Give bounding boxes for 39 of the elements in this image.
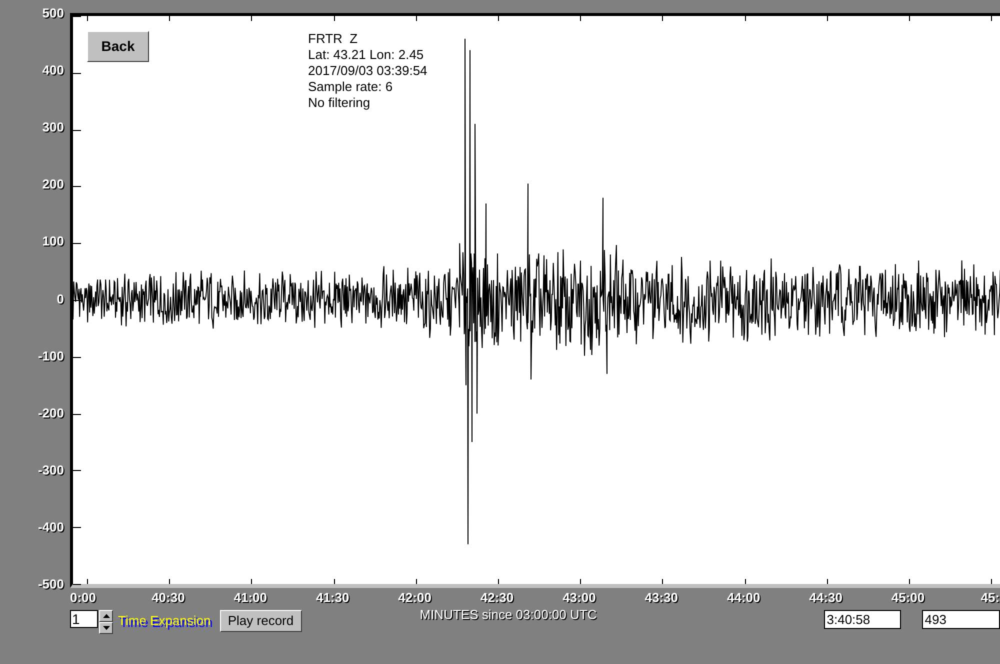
down-arrow-icon xyxy=(102,626,110,630)
y-axis-label: -500 xyxy=(38,578,64,590)
y-axis-label: 500 xyxy=(42,6,64,20)
y-axis-label: -100 xyxy=(38,349,64,362)
station-info-text: 2017/09/03 03:39:54 xyxy=(308,63,428,79)
x-axis-label: 44:00 xyxy=(726,591,760,604)
x-axis-label: 45: xyxy=(980,591,1000,604)
x-axis-label: 40:30 xyxy=(152,591,185,604)
count-field[interactable]: 493 xyxy=(922,610,1000,629)
station-info-text: FRTR Z xyxy=(308,31,359,47)
station-info-text: Sample rate: 6 xyxy=(308,79,394,95)
station-info-text: No filtering xyxy=(308,95,372,111)
up-arrow-icon xyxy=(102,614,110,618)
y-axis-label: 100 xyxy=(42,234,64,248)
spin-down-button[interactable] xyxy=(99,622,113,634)
x-axis-label: 42:30 xyxy=(480,591,514,604)
station-info-text: Lat: 43.21 Lon: 2.45 xyxy=(308,47,425,63)
y-axis-label: 0 xyxy=(56,292,64,305)
play-record-button[interactable]: Play record xyxy=(220,610,302,632)
y-axis-label: 300 xyxy=(42,120,64,134)
back-button[interactable]: Back xyxy=(87,31,149,62)
time-expansion-label: Time Expansion xyxy=(118,612,211,630)
x-axis-caption: MINUTES since 03:00:00 UTC xyxy=(420,606,597,624)
x-axis-label: 41:30 xyxy=(316,591,350,604)
x-axis-label: 44:30 xyxy=(809,591,842,604)
x-axis-label: 45:00 xyxy=(891,591,925,604)
y-axis-label: -200 xyxy=(38,406,64,420)
spin-up-button[interactable] xyxy=(99,610,113,622)
y-axis-label: -300 xyxy=(38,463,64,476)
x-axis-label: 43:30 xyxy=(644,591,678,604)
time-expansion-field[interactable]: 1 xyxy=(70,610,98,628)
y-axis-label: 400 xyxy=(42,64,64,77)
y-axis-label: -400 xyxy=(38,520,64,534)
x-axis-label: 41:00 xyxy=(234,591,268,604)
time-field[interactable]: 3:40:58 xyxy=(824,610,901,629)
y-axis-label: 200 xyxy=(42,178,64,191)
x-axis-label: 43:00 xyxy=(562,591,596,604)
x-axis-label: 0:00 xyxy=(70,591,96,604)
x-axis-label: 42:00 xyxy=(398,591,432,604)
